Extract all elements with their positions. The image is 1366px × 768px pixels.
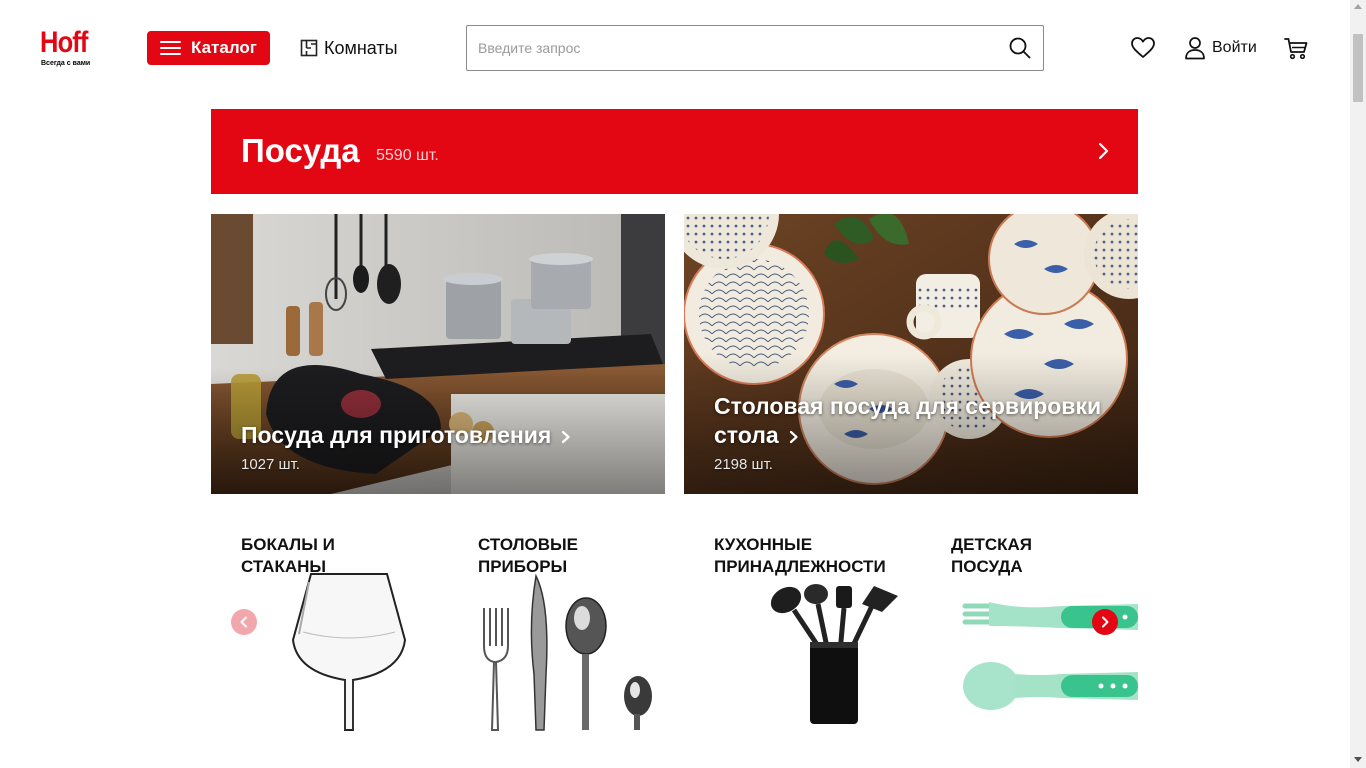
promo-card-title: Посуда для приготовления (241, 421, 571, 450)
site-header: Hoff Всегда с вами Каталог Комнаты Войти (0, 0, 1350, 96)
rooms-label: Комнаты (324, 37, 398, 58)
logo-tagline: Всегда с вами (41, 60, 91, 67)
cart-icon[interactable] (1283, 35, 1309, 61)
rooms-icon (300, 39, 318, 57)
catalog-button[interactable]: Каталог (147, 31, 270, 65)
carousel-prev-button[interactable] (231, 609, 257, 635)
promo-card-tableware[interactable]: Столовая посуда для сервировки стола 219… (684, 214, 1138, 494)
wine-glass-image (291, 573, 407, 731)
chevron-right-icon (789, 430, 798, 444)
user-icon (1185, 37, 1205, 60)
page-scrollbar[interactable] (1350, 0, 1366, 768)
promo-card-title-line2: стола (714, 422, 779, 448)
category-kitchen-tools[interactable]: Кухонные принадлежности (714, 530, 944, 740)
chevron-left-icon (240, 616, 247, 628)
category-title: Столовые приборы (478, 534, 578, 578)
category-title-line1: Столовые (478, 535, 579, 554)
page-title: Посуда (241, 132, 360, 169)
chevron-right-icon (562, 430, 570, 444)
rooms-link[interactable]: Комнаты (300, 36, 398, 60)
cookware-photo (211, 214, 665, 494)
product-count: 5590 шт. (376, 147, 439, 164)
promo-card-count: 1027 шт. (241, 456, 300, 473)
category-title-line2: принадлежности (714, 557, 886, 576)
category-cutlery[interactable]: Столовые приборы (478, 530, 708, 740)
kitchen-utensils-image (770, 584, 898, 724)
scrollbar-thumb[interactable] (1353, 34, 1363, 102)
menu-icon (160, 41, 181, 55)
login-label: Войти (1212, 39, 1257, 56)
search-box (466, 25, 1044, 71)
category-kids-tableware[interactable]: Детская посуда (951, 530, 1138, 740)
search-input[interactable] (467, 26, 997, 70)
promo-card-title-line1: Столовая посуда для сервировки (714, 393, 1102, 419)
login-link[interactable]: Войти (1184, 36, 1257, 60)
promo-card-title: Столовая посуда для сервировки стола (714, 392, 1101, 450)
chevron-right-icon (1098, 142, 1109, 160)
heart-icon[interactable] (1130, 35, 1156, 61)
category-title: Кухонные принадлежности (714, 534, 886, 578)
carousel-next-button[interactable] (1092, 609, 1118, 635)
category-title-line1: Кухонные (714, 535, 813, 554)
scroll-down-arrow-icon[interactable] (1354, 757, 1362, 762)
promo-card-count: 2198 шт. (714, 456, 773, 473)
category-title-line1: Бокалы и (241, 535, 335, 554)
cutlery-image (483, 574, 652, 731)
logo-text: Hoff (40, 26, 88, 59)
category-glasses[interactable]: Бокалы и стаканы (241, 530, 471, 740)
logo[interactable]: Hoff Всегда с вами (40, 28, 100, 70)
category-banner[interactable]: Посуда 5590 шт. (211, 109, 1138, 194)
tableware-photo (684, 214, 1138, 494)
category-title-line2: посуда (951, 557, 1023, 576)
chevron-right-icon (1102, 616, 1109, 628)
category-title-line1: Детская (951, 535, 1032, 554)
promo-card-title-text: Посуда для приготовления (241, 422, 552, 448)
category-title: Детская посуда (951, 534, 1032, 578)
search-icon[interactable] (1009, 37, 1031, 59)
promo-card-cookware[interactable]: Посуда для приготовления 1027 шт. (211, 214, 665, 494)
scroll-up-arrow-icon[interactable] (1354, 4, 1362, 9)
catalog-button-label: Каталог (191, 38, 257, 57)
